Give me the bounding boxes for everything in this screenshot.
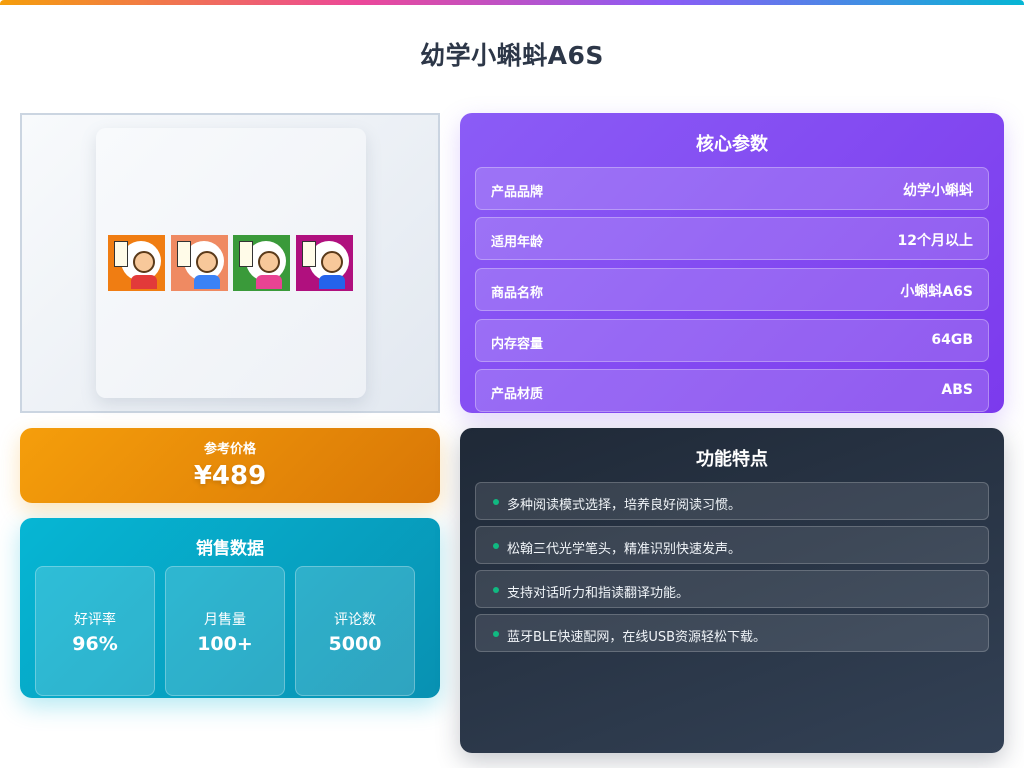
param-key: 内存容量	[491, 337, 544, 352]
book-set-illustration	[108, 235, 354, 291]
features-panel: 功能特点 多种阅读模式选择，培养良好阅读习惯。 松翰三代光学笔头，精准识别快速发…	[460, 428, 1004, 753]
bullet-icon	[493, 587, 499, 593]
book-cover	[296, 235, 353, 291]
param-key: 适用年龄	[491, 235, 544, 250]
param-row-age: 适用年龄 12个月以上	[475, 217, 989, 260]
feature-item: 多种阅读模式选择，培养良好阅读习惯。	[475, 482, 989, 520]
price-panel: 参考价格 ¥489	[20, 428, 440, 503]
bullet-icon	[493, 543, 499, 549]
feature-text: 松翰三代光学笔头，精准识别快速发声。	[507, 542, 742, 557]
stat-label: 评论数	[334, 612, 376, 628]
bullet-icon	[493, 499, 499, 505]
param-value: 小蝌蚪A6S	[900, 284, 973, 300]
book-cover	[108, 235, 165, 291]
param-value: 12个月以上	[897, 233, 973, 249]
param-row-material: 产品材质 ABS	[475, 369, 989, 412]
bullet-icon	[493, 631, 499, 637]
param-value: 64GB	[931, 332, 973, 348]
stat-card-rating: 好评率 96%	[35, 566, 155, 696]
stat-label: 月售量	[204, 612, 246, 628]
stat-label: 好评率	[74, 612, 116, 628]
stat-value: 5000	[328, 633, 382, 655]
feature-text: 支持对话听力和指读翻译功能。	[507, 586, 690, 601]
param-row-memory: 内存容量 64GB	[475, 319, 989, 362]
feature-item: 支持对话听力和指读翻译功能。	[475, 570, 989, 608]
page-title: 幼学小蝌蚪A6S	[420, 41, 604, 70]
param-value: ABS	[941, 382, 973, 398]
feature-text: 多种阅读模式选择，培养良好阅读习惯。	[507, 498, 742, 513]
stat-card-reviews: 评论数 5000	[295, 566, 415, 696]
param-row-name: 商品名称 小蝌蚪A6S	[475, 268, 989, 311]
param-key: 产品材质	[491, 387, 544, 402]
stat-card-monthly-sales: 月售量 100+	[165, 566, 285, 696]
book-cover	[171, 235, 228, 291]
product-image[interactable]	[96, 128, 366, 398]
product-image-panel	[20, 113, 440, 413]
stat-value: 100+	[197, 633, 253, 655]
price-label: 参考价格	[203, 442, 256, 457]
sales-data-panel: 销售数据 好评率 96% 月售量 100+ 评论数 5000	[20, 518, 440, 698]
feature-text: 蓝牙BLE快速配网，在线USB资源轻松下载。	[507, 630, 767, 645]
param-value: 幼学小蝌蚪	[903, 183, 973, 199]
stat-value: 96%	[72, 633, 118, 655]
core-params-heading: 核心参数	[696, 134, 768, 155]
param-key: 产品品牌	[491, 185, 544, 200]
features-heading: 功能特点	[696, 449, 768, 470]
price-value: ¥489	[193, 461, 267, 491]
feature-item: 松翰三代光学笔头，精准识别快速发声。	[475, 526, 989, 564]
top-gradient-bar	[0, 0, 1024, 5]
param-key: 商品名称	[491, 286, 544, 301]
feature-item: 蓝牙BLE快速配网，在线USB资源轻松下载。	[475, 614, 989, 652]
book-cover	[233, 235, 290, 291]
sales-heading: 销售数据	[196, 539, 264, 559]
core-params-panel: 核心参数 产品品牌 幼学小蝌蚪 适用年龄 12个月以上 商品名称 小蝌蚪A6S …	[460, 113, 1004, 413]
param-row-brand: 产品品牌 幼学小蝌蚪	[475, 167, 989, 210]
